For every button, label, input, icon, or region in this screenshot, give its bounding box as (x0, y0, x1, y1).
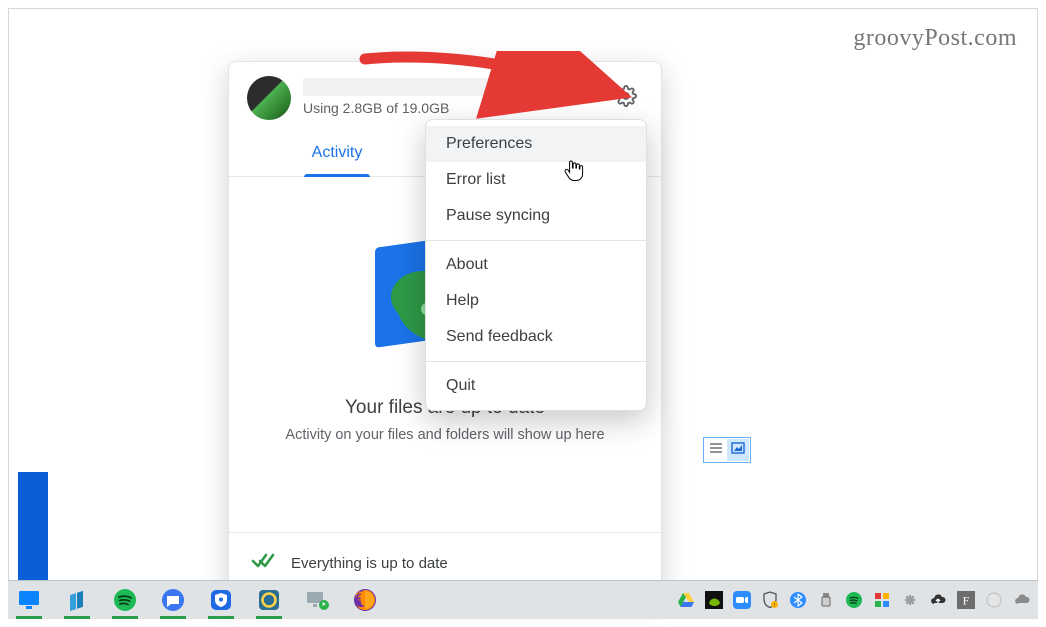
popup-header: Using 2.8GB of 19.0GB (229, 62, 661, 124)
menu-item-error-list-label: Error list (446, 171, 506, 188)
system-tray: ! F (676, 590, 1032, 610)
tray-circle-icon[interactable] (984, 590, 1004, 610)
gear-icon (615, 85, 637, 110)
tray-bluetooth-icon[interactable] (788, 590, 808, 610)
double-check-icon (251, 551, 277, 576)
tray-zoom-icon[interactable] (732, 590, 752, 610)
taskbar-desktop-icon[interactable] (14, 585, 44, 615)
tray-usb-icon[interactable] (816, 590, 836, 610)
svg-text:!: ! (774, 603, 775, 609)
menu-item-help-label: Help (446, 292, 479, 309)
account-name-redacted (303, 78, 561, 96)
activity-subline: Activity on your files and folders will … (249, 427, 641, 443)
menu-separator (426, 361, 646, 362)
taskbar-spotify-icon[interactable] (110, 585, 140, 615)
view-toggle (703, 437, 751, 463)
menu-item-about-label: About (446, 256, 488, 273)
tray-security-icon[interactable]: ! (760, 590, 780, 610)
menu-item-quit[interactable]: Quit (426, 368, 646, 404)
svg-text:F: F (963, 594, 970, 608)
view-list-button[interactable] (705, 439, 727, 461)
taskbar-remote-icon[interactable] (302, 585, 332, 615)
settings-button[interactable] (609, 80, 643, 114)
menu-item-pause-syncing[interactable]: Pause syncing (426, 198, 646, 234)
list-icon (708, 440, 724, 461)
menu-item-error-list[interactable]: Error list (426, 162, 646, 198)
taskbar-firefox-icon[interactable] (350, 585, 380, 615)
menu-item-send-feedback-label: Send feedback (446, 328, 553, 345)
thumbnail-icon (730, 440, 746, 461)
menu-item-quit-label: Quit (446, 377, 475, 394)
menu-item-about[interactable]: About (426, 247, 646, 283)
status-bar: Everything is up to date (229, 532, 661, 576)
tray-powertoys-icon[interactable] (872, 590, 892, 610)
menu-item-pause-syncing-label: Pause syncing (446, 207, 550, 224)
avatar[interactable] (247, 76, 291, 120)
taskbar-snagit-icon[interactable] (254, 585, 284, 615)
background-window-strip (18, 472, 48, 582)
account-block: Using 2.8GB of 19.0GB (303, 76, 605, 116)
tray-spotify-icon[interactable] (844, 590, 864, 610)
menu-separator (426, 240, 646, 241)
tray-google-drive-icon[interactable] (676, 590, 696, 610)
tray-letter-f-icon[interactable]: F (956, 590, 976, 610)
view-thumb-button[interactable] (727, 439, 749, 461)
taskbar-shield-icon[interactable] (206, 585, 236, 615)
tray-slack-icon[interactable] (900, 590, 920, 610)
menu-item-preferences[interactable]: Preferences (426, 126, 646, 162)
tray-cloud-icon[interactable] (1012, 590, 1032, 610)
menu-item-preferences-label: Preferences (446, 135, 532, 152)
storage-usage: Using 2.8GB of 19.0GB (303, 100, 605, 116)
screenshot-frame: groovyPost.com Using 2.8GB of 19.0GB Act (8, 8, 1038, 619)
watermark-text: groovyPost.com (853, 25, 1017, 52)
menu-item-help[interactable]: Help (426, 283, 646, 319)
status-text: Everything is up to date (291, 555, 448, 572)
taskbar-server-icon[interactable] (62, 585, 92, 615)
taskbar-signal-icon[interactable] (158, 585, 188, 615)
tray-nvidia-icon[interactable] (704, 590, 724, 610)
taskbar-pinned (14, 585, 380, 615)
menu-item-send-feedback[interactable]: Send feedback (426, 319, 646, 355)
tray-cloud-upload-icon[interactable] (928, 590, 948, 610)
tab-activity-label: Activity (312, 144, 363, 161)
tab-activity[interactable]: Activity (229, 132, 445, 176)
settings-menu: Preferences Error list Pause syncing Abo… (425, 119, 647, 411)
taskbar: ! F (8, 580, 1038, 619)
